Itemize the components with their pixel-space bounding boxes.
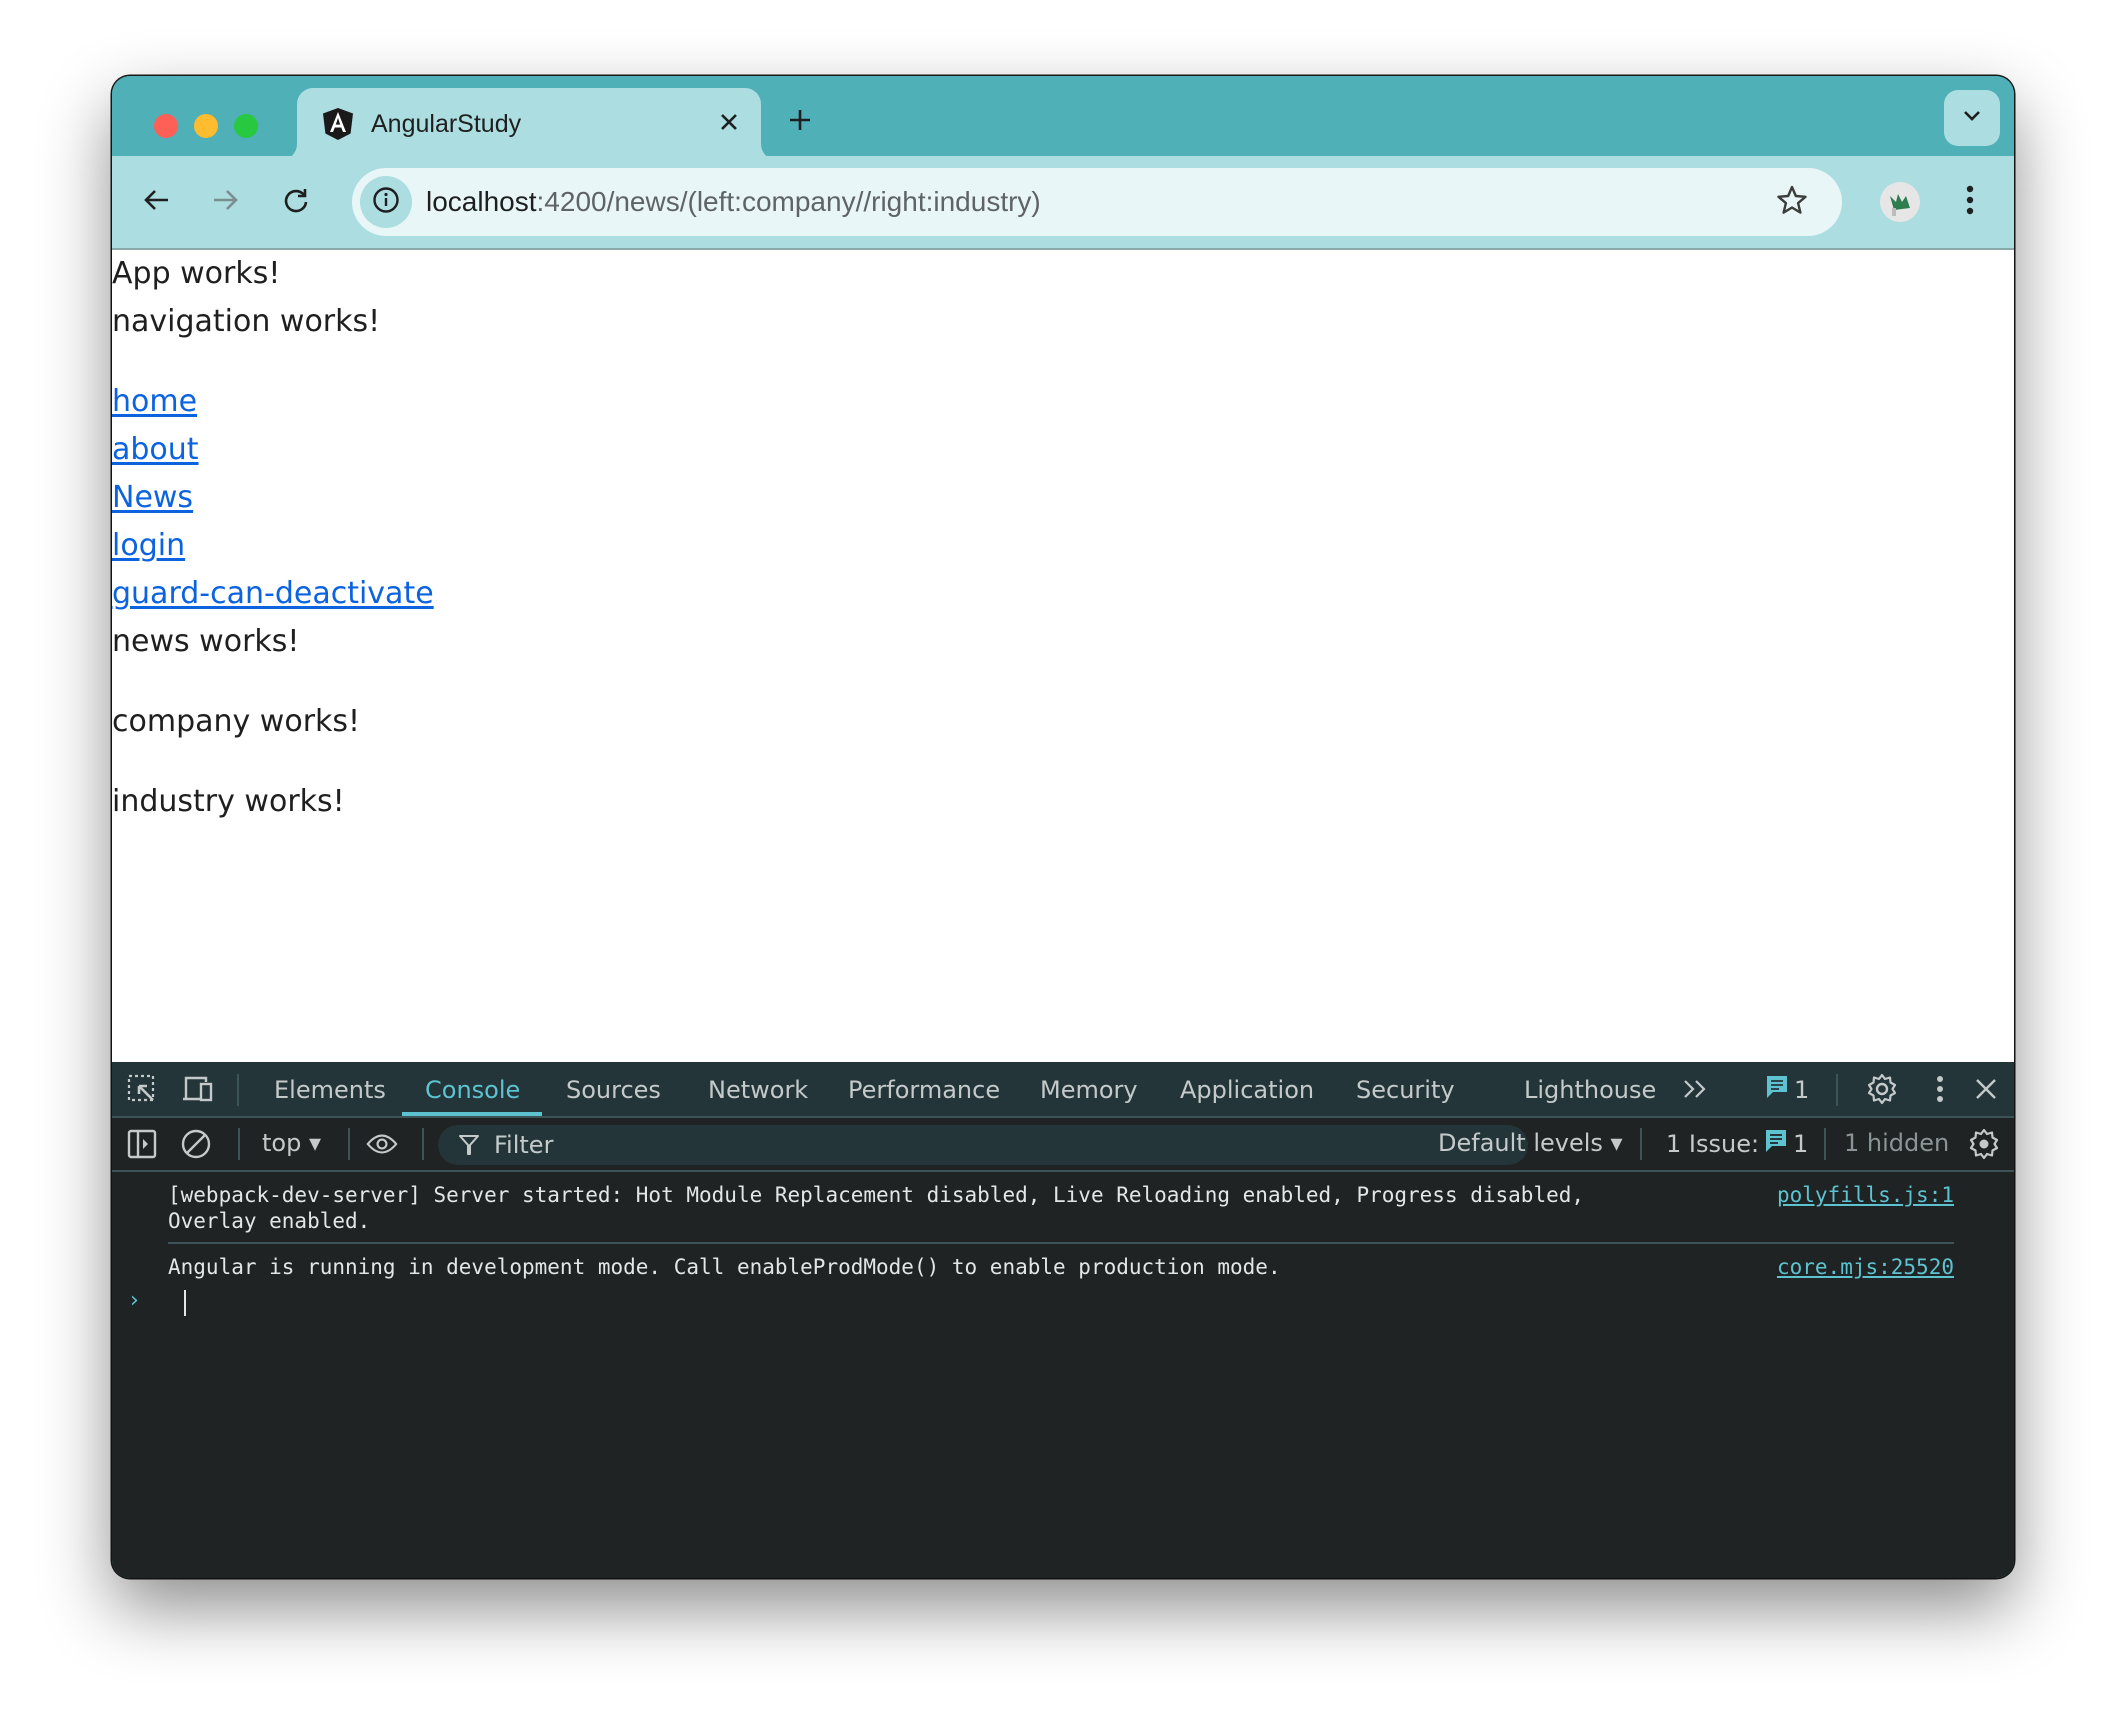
browser-menu-button[interactable] [1948,180,1992,224]
divider [348,1128,350,1160]
text-caret [184,1290,186,1316]
console-issues-button[interactable]: 1 Issue: 1 [1666,1129,1808,1159]
reload-icon [282,186,310,219]
minimize-window-button[interactable] [194,114,218,138]
close-devtools-icon[interactable] [1970,1073,2002,1105]
nav-link-home[interactable]: home [112,384,197,419]
browser-tab[interactable]: AngularStudy [297,88,761,160]
browser-window: AngularStudy localhost:4200/news/(left:c… [112,76,2014,1578]
url-path: :4200/news/(left:company//right:industry… [536,186,1041,217]
console-messages: [webpack-dev-server] Server started: Hot… [112,1172,2014,1288]
divider [237,1074,239,1106]
log-levels-dropdown[interactable]: Default levels ▾ [1438,1129,1623,1157]
live-expression-eye-icon[interactable] [366,1128,398,1160]
issues-label: 1 Issue: [1666,1130,1760,1158]
console-toolbar: top ▾ Filter Default levels ▾ 1 Issue: 1 [112,1118,2014,1172]
company-works-text: company works! [112,704,361,739]
console-prompt-input[interactable]: › [130,1284,1930,1324]
active-tab-indicator [402,1112,542,1116]
nav-link-login[interactable]: login [112,528,185,563]
divider [238,1128,240,1160]
industry-works-text: industry works! [112,784,345,819]
browser-toolbar: localhost:4200/news/(left:company//right… [112,156,2014,250]
nav-link-news[interactable]: News [112,480,193,515]
devtools-tab-bar: Elements Console Sources Network Perform… [112,1062,2014,1118]
message-icon [1765,1129,1787,1159]
tab-memory[interactable]: Memory [1040,1076,1138,1104]
issues-badge[interactable]: 1 [1766,1075,1809,1105]
tab-search-button[interactable] [1944,90,2000,146]
site-info-button[interactable] [360,176,412,228]
divider [1640,1128,1642,1160]
tab-title: AngularStudy [371,110,522,138]
device-toolbar-icon[interactable] [182,1073,214,1105]
console-message-text: Angular is running in development mode. … [168,1255,1281,1279]
tab-network[interactable]: Network [708,1076,808,1104]
news-works-text: news works! [112,624,300,659]
nav-link-guard-can-deactivate[interactable]: guard-can-deactivate [112,576,434,611]
message-icon [1766,1075,1788,1105]
profile-avatar[interactable] [1880,182,1920,222]
console-filter-input[interactable]: Filter [438,1125,1528,1165]
more-tabs-icon[interactable] [1680,1073,1712,1105]
context-selector[interactable]: top ▾ [262,1129,321,1157]
context-value: top [262,1129,302,1157]
issues-count: 1 [1793,1130,1809,1158]
console-settings-gear-icon[interactable] [1968,1128,2000,1160]
page-content: App works! navigation works! home about … [112,250,2014,1062]
star-icon [1776,184,1808,221]
angular-logo-icon [323,108,353,140]
inspect-element-icon[interactable] [126,1073,158,1105]
tab-strip: AngularStudy [112,76,2014,160]
tab-application[interactable]: Application [1180,1076,1314,1104]
dropdown-arrow-icon: ▾ [308,1129,322,1157]
nav-link-about[interactable]: about [112,432,199,467]
back-button[interactable] [134,180,178,224]
close-window-button[interactable] [154,114,178,138]
tab-console[interactable]: Console [425,1076,520,1104]
app-works-text: App works! [112,256,281,291]
arrow-left-icon [142,188,170,217]
maximize-window-button[interactable] [234,114,258,138]
prompt-chevron-icon: › [130,1288,139,1313]
arrow-right-icon [212,188,240,217]
new-tab-button[interactable] [782,102,818,138]
forward-button[interactable] [204,180,248,224]
console-message: Angular is running in development mode. … [168,1244,1954,1288]
address-bar[interactable]: localhost:4200/news/(left:company//right… [352,168,1842,236]
dropdown-arrow-icon: ▾ [1610,1129,1623,1157]
clear-console-icon[interactable] [180,1128,212,1160]
divider [1824,1128,1826,1160]
divider [422,1128,424,1160]
tab-security[interactable]: Security [1356,1076,1455,1104]
more-vertical-icon [1966,185,1974,220]
console-message-source-link[interactable]: core.mjs:25520 [1777,1254,1954,1280]
sidebar-toggle-icon[interactable] [126,1128,158,1160]
tab-close-icon[interactable] [711,104,747,140]
more-vertical-icon[interactable] [1924,1073,1956,1105]
navigation-works-text: navigation works! [112,304,381,339]
devtools-panel: Elements Console Sources Network Perform… [112,1062,2014,1578]
issues-badge-count: 1 [1794,1076,1810,1104]
tab-elements[interactable]: Elements [274,1076,386,1104]
chevron-down-icon [1962,109,1982,128]
console-message: [webpack-dev-server] Server started: Hot… [168,1172,1954,1244]
hidden-messages-count: 1 hidden [1844,1129,1950,1157]
tab-performance[interactable]: Performance [848,1076,1000,1104]
console-message-source-link[interactable]: polyfills.js:1 [1777,1182,1954,1208]
url-host: localhost [426,186,537,217]
divider [1836,1074,1838,1106]
log-levels-label: Default levels [1438,1129,1603,1157]
tab-sources[interactable]: Sources [566,1076,661,1104]
url-text[interactable]: localhost:4200/news/(left:company//right… [426,186,1041,218]
console-message-text: [webpack-dev-server] Server started: Hot… [168,1183,1597,1233]
settings-gear-icon[interactable] [1866,1073,1898,1105]
bookmark-button[interactable] [1772,182,1812,222]
reload-button[interactable] [274,180,318,224]
filter-placeholder: Filter [494,1131,554,1159]
filter-funnel-icon [458,1134,480,1161]
info-icon [372,186,400,219]
tab-lighthouse[interactable]: Lighthouse [1524,1076,1656,1104]
